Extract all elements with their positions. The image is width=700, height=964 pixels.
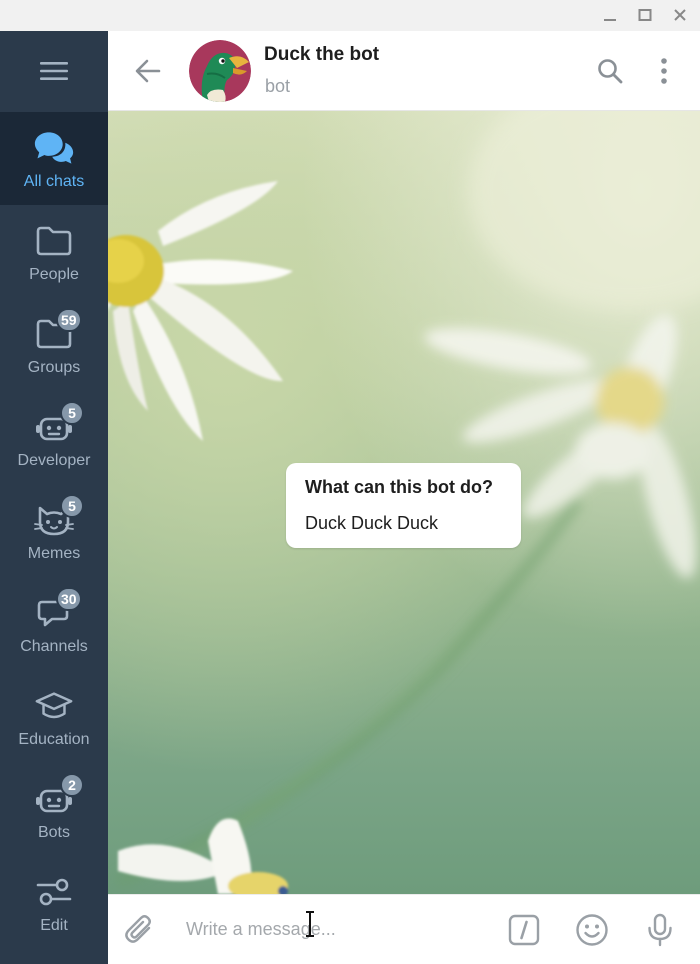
folder-edit[interactable]: Edit xyxy=(0,856,108,949)
graduation-cap-icon xyxy=(34,686,74,726)
folders-sidebar: All chats People 59 Groups 5 Developer 5… xyxy=(0,31,108,964)
search-icon xyxy=(598,59,623,84)
minimize-icon[interactable] xyxy=(597,2,623,28)
folder-label: Developer xyxy=(17,452,91,469)
text-cursor-icon xyxy=(306,911,314,937)
folder-icon xyxy=(34,221,74,261)
bot-info-title: What can this bot do? xyxy=(305,477,493,497)
folder-memes[interactable]: 5 Memes xyxy=(0,484,108,577)
folder-groups[interactable]: 59 Groups xyxy=(0,298,108,391)
hamburger-icon xyxy=(40,62,68,80)
folder-education[interactable]: Education xyxy=(0,670,108,763)
folder-label: People xyxy=(29,266,79,283)
attach-button[interactable] xyxy=(122,912,158,948)
sliders-icon xyxy=(34,872,74,912)
folder-label: Memes xyxy=(27,545,81,562)
voice-message-button[interactable] xyxy=(642,912,678,948)
folder-label: Groups xyxy=(27,359,81,376)
close-icon[interactable] xyxy=(667,2,693,28)
folder-label: All chats xyxy=(23,173,85,190)
folder-channels[interactable]: 30 Channels xyxy=(0,577,108,670)
folder-label: Channels xyxy=(20,638,88,655)
chats-icon xyxy=(34,128,74,168)
microphone-icon xyxy=(648,913,672,947)
chat-wallpaper: What can this bot do? Duck Duck Duck xyxy=(108,111,700,894)
maximize-icon[interactable] xyxy=(632,2,658,28)
more-button[interactable] xyxy=(648,55,680,87)
duck-avatar xyxy=(189,40,251,102)
window-titlebar xyxy=(0,0,700,31)
bot-commands-button[interactable] xyxy=(506,912,542,948)
search-button[interactable] xyxy=(594,55,626,87)
unread-badge: 5 xyxy=(60,494,84,518)
folder-people[interactable]: People xyxy=(0,205,108,298)
folder-label: Bots xyxy=(37,824,70,841)
message-input[interactable] xyxy=(186,913,486,945)
bot-info-card: What can this bot do? Duck Duck Duck xyxy=(286,463,521,548)
folder-label: Education xyxy=(18,731,90,748)
attach-icon xyxy=(125,915,151,943)
folder-all-chats[interactable]: All chats xyxy=(0,112,108,205)
chat-title[interactable]: Duck the bot xyxy=(264,44,379,66)
unread-badge: 5 xyxy=(60,401,84,425)
more-vertical-icon xyxy=(661,58,667,84)
megaphone-icon: 30 xyxy=(34,587,82,633)
message-composer xyxy=(108,894,700,964)
folder-icon: 59 xyxy=(34,308,82,354)
bot-avatar[interactable] xyxy=(189,40,251,102)
folder-developer[interactable]: 5 Developer xyxy=(0,391,108,484)
chat-header: Duck the bot bot xyxy=(108,31,700,111)
unread-badge: 2 xyxy=(60,773,84,797)
folder-bots[interactable]: 2 Bots xyxy=(0,763,108,856)
folder-label: Edit xyxy=(40,917,68,934)
back-button[interactable] xyxy=(132,55,164,87)
bot-info-description: Duck Duck Duck xyxy=(305,513,439,533)
main-menu-button[interactable] xyxy=(0,31,108,111)
unread-badge: 30 xyxy=(56,587,82,611)
arrow-left-icon xyxy=(135,59,161,83)
unread-badge: 59 xyxy=(56,308,82,332)
chat-status: bot xyxy=(265,76,291,96)
bot-commands-icon xyxy=(508,914,540,946)
robot-icon: 2 xyxy=(34,773,84,819)
emoji-icon xyxy=(576,914,608,946)
robot-icon: 5 xyxy=(34,401,84,447)
cat-icon: 5 xyxy=(34,494,84,540)
emoji-button[interactable] xyxy=(574,912,610,948)
